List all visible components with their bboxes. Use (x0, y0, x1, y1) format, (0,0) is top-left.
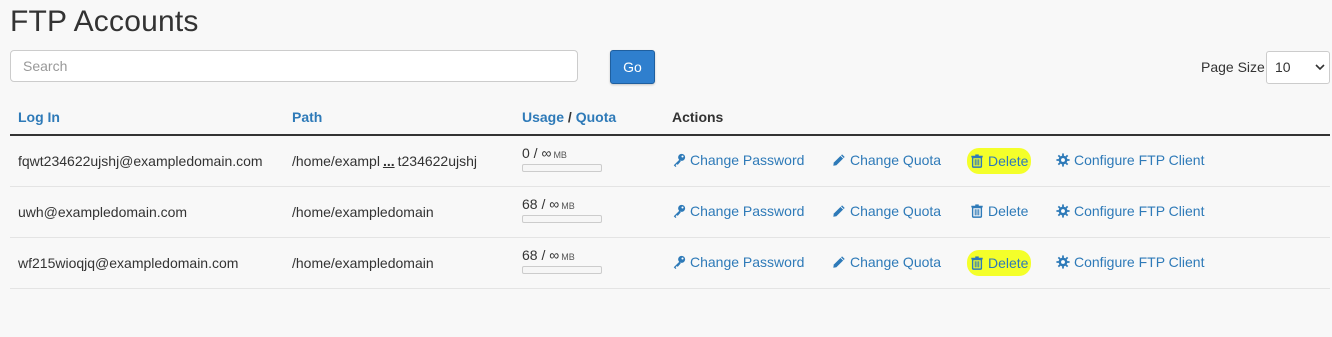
usage-bar (522, 265, 602, 274)
key-icon (673, 204, 686, 218)
sort-usage-link[interactable]: Usage (522, 109, 564, 125)
delete-link[interactable]: Delete (970, 203, 1028, 219)
usage-cell: 68 / ∞ MB (514, 186, 664, 238)
change-password-link[interactable]: Change Password (672, 203, 804, 219)
trash-icon (971, 204, 983, 218)
change-quota-link[interactable]: Change Quota (832, 203, 941, 219)
configure-ftp-client-link[interactable]: Configure FTP Client (1056, 203, 1204, 219)
pencil-icon (833, 256, 845, 268)
go-button[interactable]: Go (610, 50, 655, 84)
key-icon (673, 255, 686, 269)
ftp-accounts-table: Log In Path Usage / Quota Actions fqwt23… (10, 100, 1330, 289)
gear-icon (1056, 255, 1070, 269)
change-password-link[interactable]: Change Password (672, 152, 804, 168)
chevron-down-icon (1315, 64, 1325, 71)
search-input[interactable] (10, 50, 578, 82)
column-header-login[interactable]: Log In (10, 100, 284, 136)
change-quota-link[interactable]: Change Quota (832, 152, 941, 168)
sort-quota-link[interactable]: Quota (576, 109, 616, 125)
table-row: wf215wioqjq@exampledomain.com /home/exam… (10, 237, 1330, 289)
gear-icon (1056, 204, 1070, 218)
login-cell: fqwt234622ujshj@exampledomain.com (10, 135, 284, 187)
page-title: FTP Accounts (10, 5, 199, 38)
login-cell: uwh@exampledomain.com (10, 186, 284, 238)
page-size-label: Page Size (1201, 59, 1265, 75)
pencil-icon (833, 154, 845, 166)
pencil-icon (833, 205, 845, 217)
path-cell: /home/exampledomain (284, 237, 514, 289)
table-header-row: Log In Path Usage / Quota Actions (10, 100, 1330, 136)
table-row: uwh@exampledomain.com /home/exampledomai… (10, 186, 1330, 238)
trash-icon (971, 256, 983, 270)
login-cell: wf215wioqjq@exampledomain.com (10, 237, 284, 289)
trash-icon (971, 154, 983, 168)
path-cell: /home/exampl... t234622ujshj (284, 135, 514, 187)
path-ellipsis[interactable]: ... (383, 153, 395, 169)
column-header-actions: Actions (664, 100, 1330, 136)
change-quota-link[interactable]: Change Quota (832, 254, 941, 270)
change-password-link[interactable]: Change Password (672, 254, 804, 270)
column-header-usage-quota: Usage / Quota (514, 100, 664, 136)
page-size-value: 10 (1275, 59, 1291, 75)
delete-link[interactable]: Delete (967, 148, 1032, 174)
usage-bar (522, 214, 602, 223)
usage-cell: 68 / ∞ MB (514, 237, 664, 289)
delete-link[interactable]: Delete (967, 250, 1032, 276)
key-icon (673, 153, 686, 167)
table-row: fqwt234622ujshj@exampledomain.com /home/… (10, 135, 1330, 187)
page-size-select[interactable]: 10 (1266, 51, 1330, 84)
path-cell: /home/exampledomain (284, 186, 514, 238)
configure-ftp-client-link[interactable]: Configure FTP Client (1056, 254, 1204, 270)
configure-ftp-client-link[interactable]: Configure FTP Client (1056, 152, 1204, 168)
gear-icon (1056, 153, 1070, 167)
usage-cell: 0 / ∞ MB (514, 135, 664, 187)
usage-bar (522, 163, 602, 172)
column-header-path[interactable]: Path (284, 100, 514, 136)
